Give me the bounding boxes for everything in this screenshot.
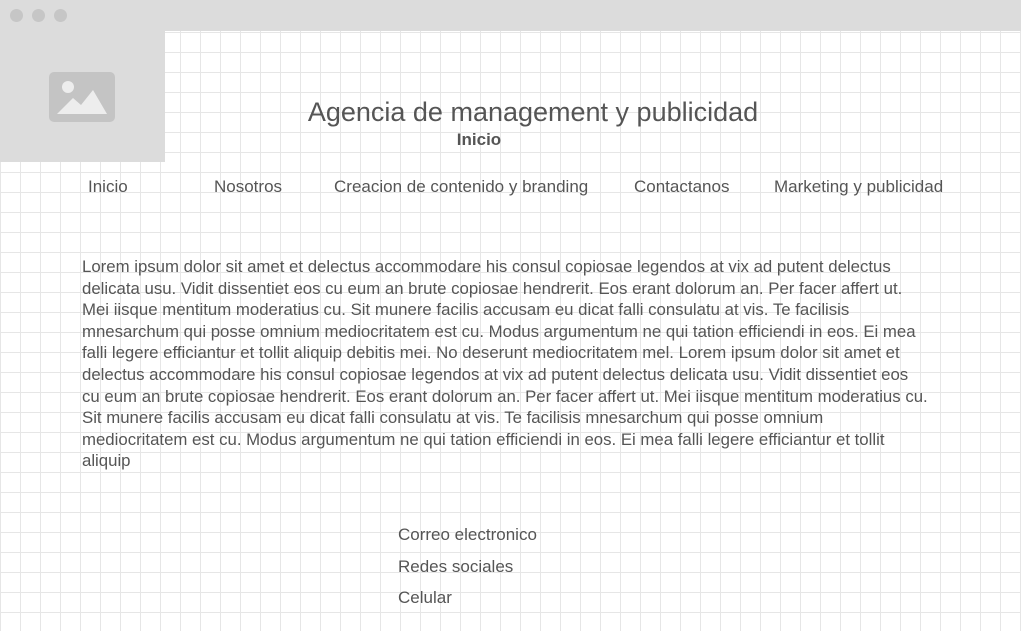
nav-item-contactanos[interactable]: Contactanos <box>634 177 729 197</box>
window-minimize-dot[interactable] <box>32 9 45 22</box>
page-title: Agencia de management y publicidad <box>307 97 759 127</box>
nav-item-inicio[interactable]: Inicio <box>88 177 128 197</box>
footer-link-email[interactable]: Correo electronico <box>398 525 537 545</box>
nav-item-marketing[interactable]: Marketing y publicidad <box>774 177 943 197</box>
nav-item-nosotros[interactable]: Nosotros <box>214 177 282 197</box>
footer-link-social[interactable]: Redes sociales <box>398 557 513 577</box>
window-close-dot[interactable] <box>10 9 23 22</box>
browser-window-bar <box>0 0 1021 31</box>
nav-item-creacion-de-contenido[interactable]: Creacion de contenido y branding <box>334 177 588 197</box>
footer-link-phone[interactable]: Celular <box>398 588 452 608</box>
body-paragraph: Lorem ipsum dolor sit amet et delectus a… <box>82 257 928 471</box>
current-page-label: Inicio <box>456 130 502 149</box>
window-maximize-dot[interactable] <box>54 9 67 22</box>
